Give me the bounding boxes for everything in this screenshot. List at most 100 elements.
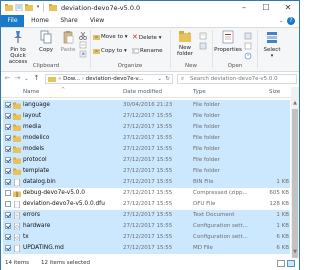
paste-shortcut-icon[interactable] (79, 50, 87, 58)
column-headers: Name ^ Date modified Type Size (1, 87, 299, 98)
forward-arrow-icon[interactable]: → (13, 74, 22, 82)
tab-view[interactable]: View (86, 15, 108, 27)
table-row[interactable]: protocol 27/12/2017 15:55 File folder (1, 155, 299, 166)
table-row[interactable]: UPDATING.md 27/12/2017 15:55 MD File 6 KB (1, 243, 299, 254)
row-checkbox[interactable] (5, 124, 11, 130)
file-date: 27/12/2017 15:55 (123, 135, 173, 141)
new-item-icon[interactable] (199, 32, 207, 40)
new-folder-icon[interactable] (25, 4, 33, 11)
properties-icon[interactable] (15, 4, 23, 11)
vertical-scrollbar[interactable]: ▲ ▼ (291, 87, 299, 259)
zip-folder-icon (13, 191, 21, 197)
folder-icon (13, 146, 21, 153)
file-type: File folder (193, 102, 220, 108)
file-type: File folder (193, 157, 220, 163)
file-name: media (23, 124, 42, 130)
cut-icon[interactable] (79, 32, 87, 40)
text-file-icon (14, 212, 20, 219)
tab-share[interactable]: Share (57, 15, 81, 27)
row-checkbox[interactable] (5, 234, 11, 240)
easy-access-icon[interactable] (199, 42, 207, 50)
table-row[interactable]: modelico 27/12/2017 15:55 File folder (1, 133, 299, 144)
properties-button[interactable]: Properties (214, 30, 242, 53)
breadcrumb-current[interactable]: deviation-devo7e-v... (86, 76, 144, 82)
row-checkbox[interactable] (5, 190, 11, 196)
scroll-up-icon[interactable]: ▲ (291, 99, 299, 107)
file-size: 605 KB (269, 190, 289, 196)
column-type[interactable]: Type (193, 89, 206, 95)
new-folder-big-icon: ✦ (178, 31, 191, 42)
details-view-icon[interactable] (277, 260, 285, 267)
up-arrow-icon[interactable]: ↑ (32, 74, 41, 82)
expand-ribbon-icon[interactable]: ⌄ (279, 18, 283, 24)
row-checkbox[interactable] (5, 223, 11, 229)
large-icons-view-icon[interactable] (287, 260, 295, 267)
scroll-thumb[interactable] (292, 109, 298, 259)
tab-file[interactable]: File (1, 15, 24, 27)
properties-big-icon (222, 30, 234, 44)
breadcrumb-downloads[interactable]: Dow... (63, 76, 80, 82)
minimize-button[interactable]: – (233, 1, 255, 14)
table-row[interactable]: datalog.bin 27/12/2017 15:55 BIN File 1 KB (1, 177, 299, 188)
table-row[interactable]: models 27/12/2017 15:55 File folder (1, 144, 299, 155)
column-name[interactable]: Name (23, 89, 39, 95)
table-row[interactable]: media 27/12/2017 15:55 File folder (1, 122, 299, 133)
table-row[interactable]: errors 27/12/2017 15:55 Text Document 1 KB (1, 210, 299, 221)
row-checkbox[interactable] (5, 201, 11, 207)
row-checkbox[interactable] (5, 113, 11, 119)
delete-icon: ✕ (132, 33, 138, 41)
qat-dropdown-icon[interactable]: ▾ (34, 1, 42, 14)
help-icon[interactable]: ? (287, 17, 295, 25)
pin-quick-access-button[interactable]: Pin to Quick access (3, 30, 33, 65)
row-checkbox[interactable] (5, 212, 11, 218)
copy-button[interactable]: Copy (35, 30, 57, 53)
table-row[interactable]: deviation-devo7e-v5.0.0.dfu 27/12/2017 15… (1, 199, 299, 210)
address-dropdown-icon[interactable]: ⌄ (157, 75, 162, 83)
rename-button[interactable]: Rename (132, 47, 163, 55)
copy-path-icon[interactable] (79, 41, 87, 49)
scroll-down-icon[interactable]: ▼ (291, 248, 299, 256)
row-checkbox[interactable] (5, 146, 11, 152)
history-icon[interactable] (244, 52, 252, 60)
delete-button[interactable]: ✕Delete ▾ (132, 33, 161, 41)
edit-icon[interactable] (244, 42, 252, 50)
row-checkbox[interactable] (5, 179, 11, 185)
config-file-icon (14, 234, 20, 241)
close-button[interactable]: ✕ (277, 1, 299, 14)
copy-to-button[interactable]: Copy to ▾ (93, 47, 127, 55)
row-checkbox[interactable] (5, 135, 11, 141)
file-name: language (23, 102, 50, 108)
properties-label: Properties (214, 47, 242, 53)
search-input[interactable]: ⌕ Search deviation-devo7e-v5.0.0 (177, 74, 297, 84)
back-arrow-icon[interactable]: ← (3, 74, 12, 82)
row-checkbox[interactable] (5, 168, 11, 174)
column-size[interactable]: Size (269, 89, 280, 95)
file-date: 27/12/2017 15:55 (123, 157, 173, 163)
file-date: 27/12/2017 15:55 (123, 190, 173, 196)
select-button[interactable]: Select ▾ (260, 30, 284, 59)
recent-locations-icon[interactable]: ⌄ (22, 76, 31, 82)
row-checkbox[interactable] (5, 157, 11, 163)
open-icon[interactable] (244, 32, 252, 40)
maximize-button[interactable]: ☐ (255, 1, 277, 14)
new-folder-button[interactable]: ✦ New folder (173, 30, 197, 57)
paste-button[interactable]: Paste (57, 30, 79, 53)
column-date[interactable]: Date modified (123, 89, 162, 95)
file-type: DFU File (193, 201, 216, 207)
refresh-icon[interactable]: ↻ (165, 75, 170, 83)
row-checkbox[interactable] (5, 102, 11, 108)
pin-icon (14, 31, 22, 43)
move-to-button[interactable]: Move to ▾ (93, 33, 128, 41)
address-bar[interactable]: « Dow... › deviation-devo7e-v... ⌄ ↻ (45, 74, 173, 84)
file-type: File folder (193, 168, 220, 174)
row-checkbox[interactable] (5, 245, 11, 251)
tab-home[interactable]: Home (28, 15, 52, 27)
svg-text:✦: ✦ (187, 31, 191, 37)
table-row[interactable]: language 30/04/2016 21:23 File folder (1, 100, 299, 111)
table-row[interactable]: template 27/12/2017 15:55 File folder (1, 166, 299, 177)
table-row[interactable]: debug-devo7e-v5.0.0 27/12/2017 15:55 Compr… (1, 188, 299, 199)
table-row[interactable]: hardware 27/12/2017 15:55 Configuration se… (1, 221, 299, 232)
table-row[interactable]: tx 27/12/2017 15:55 Configuration sett... 6… (1, 232, 299, 243)
table-row[interactable]: layout 27/12/2017 15:55 File folder (1, 111, 299, 122)
file-name: models (23, 146, 45, 152)
